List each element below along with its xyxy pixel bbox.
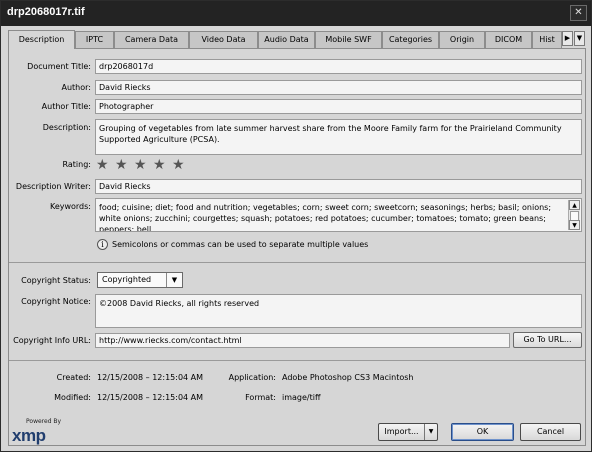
star-icon[interactable]: ★ (153, 157, 168, 173)
star-icon[interactable]: ★ (96, 157, 111, 173)
copyright-notice-field[interactable]: ©2008 David Riecks, all rights reserved (95, 294, 582, 328)
description-writer-field[interactable]: David Riecks (95, 179, 582, 194)
divider (9, 360, 585, 361)
window-title: drp2068017r.tif (7, 6, 85, 18)
tab-history[interactable]: Hist (532, 31, 562, 48)
document-title-label: Document Title: (27, 62, 91, 71)
copyright-status-label: Copyright Status: (21, 276, 91, 285)
tab-origin[interactable]: Origin (439, 31, 485, 48)
chevron-down-icon[interactable]: ▼ (424, 424, 437, 440)
author-label: Author: (61, 83, 92, 92)
info-icon: i (97, 239, 108, 250)
go-to-url-button[interactable]: Go To URL... (513, 332, 582, 348)
ok-button[interactable]: OK (451, 423, 514, 441)
author-title-label: Author Title: (41, 102, 91, 111)
author-field[interactable]: David Riecks (95, 80, 582, 95)
keywords-text: food; cuisine; diet; food and nutrition;… (99, 203, 552, 232)
chevron-down-icon: ▼ (166, 273, 182, 287)
copyright-status-select[interactable]: Copyrighted ▼ (97, 272, 183, 288)
cancel-button[interactable]: Cancel (520, 423, 581, 441)
copyright-url-field[interactable]: http://www.riecks.com/contact.html (95, 333, 510, 348)
keywords-field[interactable]: food; cuisine; diet; food and nutrition;… (95, 198, 582, 232)
keywords-scrollbar[interactable]: ▲ ▼ (568, 200, 580, 230)
import-label: Import... (384, 427, 419, 436)
application-value: Adobe Photoshop CS3 Macintosh (282, 373, 414, 382)
description-field[interactable]: Grouping of vegetables from late summer … (95, 119, 582, 155)
application-label: Application: (228, 373, 276, 382)
tab-next-icon[interactable]: ▶ (562, 31, 573, 46)
close-icon[interactable]: ✕ (570, 5, 587, 21)
tab-camera-data[interactable]: Camera Data (114, 31, 189, 48)
description-label: Description: (42, 123, 91, 132)
format-label: Format: (245, 393, 276, 402)
modified-label: Modified: (54, 393, 91, 402)
title-bar: drp2068017r.tif ✕ (1, 1, 591, 26)
scroll-down-icon[interactable]: ▼ (569, 220, 580, 230)
copyright-status-value: Copyrighted (102, 275, 152, 284)
format-value: image/tiff (282, 393, 321, 402)
author-title-field[interactable]: Photographer (95, 99, 582, 114)
tab-menu-icon[interactable]: ▼ (574, 31, 585, 46)
tab-dicom[interactable]: DICOM (485, 31, 532, 48)
powered-by-label: Powered By (26, 418, 62, 425)
description-panel: Document Title: drp2068017d Author: Davi… (8, 48, 586, 446)
divider (9, 262, 585, 263)
tab-audio-data[interactable]: Audio Data (258, 31, 315, 48)
xmp-logo: xmp (12, 426, 46, 445)
star-icon[interactable]: ★ (172, 157, 187, 173)
keywords-label: Keywords: (49, 202, 91, 211)
created-value: 12/15/2008 – 12:15:04 AM (97, 373, 204, 382)
tab-bar: Description IPTC Camera Data Video Data … (8, 30, 586, 49)
modified-value: 12/15/2008 – 12:15:04 AM (97, 393, 204, 402)
rating-label: Rating: (62, 160, 92, 169)
import-button[interactable]: Import... ▼ (378, 423, 438, 441)
created-label: Created: (56, 373, 91, 382)
description-writer-label: Description Writer: (15, 182, 91, 191)
keywords-hint: Semicolons or commas can be used to sepa… (112, 240, 369, 249)
tab-description[interactable]: Description (8, 30, 75, 49)
star-icon[interactable]: ★ (115, 157, 130, 173)
copyright-notice-label: Copyright Notice: (21, 297, 91, 306)
tab-mobile-swf[interactable]: Mobile SWF (315, 31, 382, 48)
copyright-url-label: Copyright Info URL: (13, 336, 91, 345)
tab-iptc[interactable]: IPTC (75, 31, 114, 48)
scroll-up-icon[interactable]: ▲ (569, 200, 580, 210)
tab-categories[interactable]: Categories (382, 31, 439, 48)
document-title-field[interactable]: drp2068017d (95, 59, 582, 74)
star-icon[interactable]: ★ (134, 157, 149, 173)
file-info-dialog: drp2068017r.tif ✕ Description IPTC Camer… (0, 0, 592, 452)
tab-video-data[interactable]: Video Data (189, 31, 258, 48)
rating-stars: ★ ★ ★ ★ ★ (96, 157, 191, 173)
